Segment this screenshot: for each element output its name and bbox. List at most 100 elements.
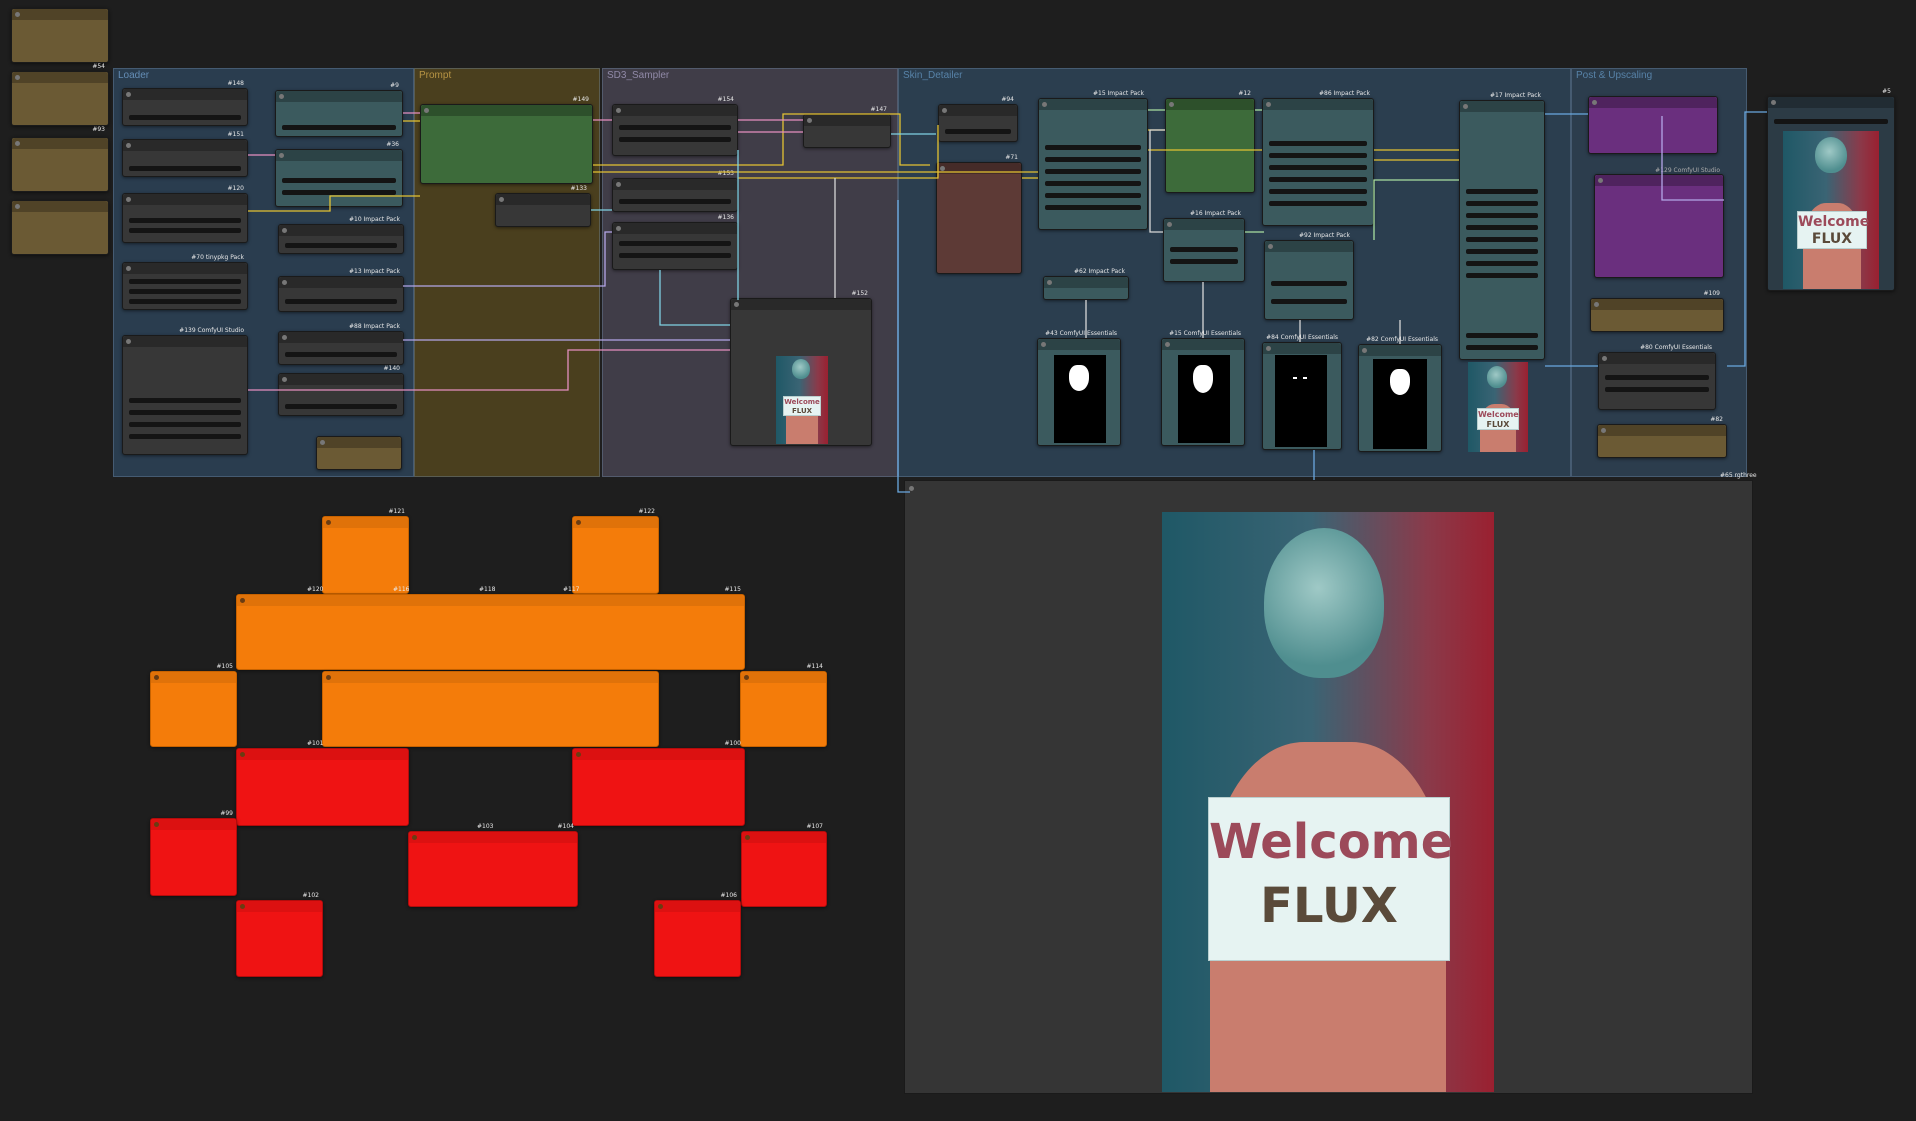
- reroute-node[interactable]: #101: [236, 740, 409, 826]
- prompt-node[interactable]: #133: [495, 185, 591, 227]
- collapse-dot[interactable]: [15, 141, 20, 146]
- widget-field[interactable]: [1466, 201, 1538, 206]
- collapse-dot[interactable]: [279, 94, 284, 99]
- group-title[interactable]: Prompt: [419, 70, 451, 82]
- widget-field[interactable]: [1605, 375, 1709, 380]
- reroute-node[interactable]: #122: [572, 508, 659, 594]
- widget-field[interactable]: [1466, 237, 1538, 242]
- collapse-dot[interactable]: [282, 377, 287, 382]
- node-header[interactable]: [123, 336, 247, 347]
- widget-field[interactable]: [1466, 273, 1538, 278]
- node-header[interactable]: [276, 91, 402, 102]
- node-header[interactable]: [279, 332, 403, 343]
- collapse-dot[interactable]: [658, 904, 663, 909]
- widget-field[interactable]: [619, 125, 731, 130]
- node-graph-canvas[interactable]: #54 #93 Loader Prompt SD3_Sampler Skin_D…: [0, 0, 1916, 1121]
- collapse-dot[interactable]: [15, 12, 20, 17]
- widget-field[interactable]: [1045, 145, 1141, 150]
- widget-field[interactable]: [619, 241, 731, 246]
- collapse-dot[interactable]: [1041, 342, 1046, 347]
- save-image-node[interactable]: #5 Welcome FLUX: [1767, 88, 1895, 291]
- sampler-preview-node[interactable]: #152 Welcome FLUX: [730, 290, 872, 446]
- loader-node[interactable]: #10 Impact Pack: [278, 216, 404, 254]
- collapse-dot[interactable]: [1042, 102, 1047, 107]
- widget-field[interactable]: [1045, 157, 1141, 162]
- node-header[interactable]: [1166, 99, 1254, 110]
- loader-node[interactable]: #13 Impact Pack: [278, 268, 404, 312]
- node-header[interactable]: [123, 140, 247, 151]
- widget-field[interactable]: [1269, 153, 1367, 158]
- collapse-dot[interactable]: [412, 835, 417, 840]
- collapse-dot[interactable]: [807, 118, 812, 123]
- detailer-node[interactable]: #92 Impact Pack: [1264, 232, 1354, 320]
- collapse-dot[interactable]: [1266, 102, 1271, 107]
- collapse-dot[interactable]: [576, 752, 581, 757]
- loader-node[interactable]: #140: [278, 365, 404, 416]
- widget-field[interactable]: [282, 178, 396, 183]
- node-header[interactable]: [237, 595, 744, 606]
- collapse-dot[interactable]: [909, 486, 914, 491]
- reroute-node[interactable]: [322, 671, 659, 747]
- widget-field[interactable]: [1045, 193, 1141, 198]
- collapse-dot[interactable]: [734, 302, 739, 307]
- group-title[interactable]: Post & Upscaling: [1576, 70, 1652, 82]
- node-header[interactable]: [279, 277, 403, 288]
- loader-node[interactable]: #151: [122, 131, 248, 177]
- node-header[interactable]: [279, 374, 403, 385]
- node-header[interactable]: [123, 89, 247, 100]
- node-header[interactable]: [409, 832, 577, 843]
- widget-field[interactable]: [129, 398, 241, 403]
- node-header[interactable]: [742, 832, 826, 843]
- group-title[interactable]: SD3_Sampler: [607, 70, 669, 82]
- collapsed-node[interactable]: [11, 137, 109, 192]
- node-header[interactable]: [237, 901, 322, 912]
- node-header[interactable]: [573, 749, 744, 760]
- widget-field[interactable]: [129, 218, 241, 223]
- collapse-dot[interactable]: [1169, 102, 1174, 107]
- collapse-dot[interactable]: [616, 226, 621, 231]
- collapse-dot[interactable]: [1167, 222, 1172, 227]
- node-header[interactable]: [1164, 219, 1244, 230]
- widget-field[interactable]: [1466, 189, 1538, 194]
- widget-field[interactable]: [1271, 281, 1347, 286]
- widget-field[interactable]: [129, 410, 241, 415]
- node-header[interactable]: [937, 163, 1021, 174]
- widget-field[interactable]: [1045, 181, 1141, 186]
- node-header[interactable]: [317, 437, 401, 448]
- collapse-dot[interactable]: [282, 335, 287, 340]
- widget-field[interactable]: [129, 115, 241, 120]
- detailer-node[interactable]: #86 Impact Pack: [1262, 90, 1374, 226]
- reroute-node[interactable]: #107: [741, 823, 827, 907]
- collapse-dot[interactable]: [745, 835, 750, 840]
- node-header[interactable]: [1460, 101, 1544, 112]
- upscale-node[interactable]: #80 ComfyUI Essentials: [1598, 344, 1716, 410]
- collapse-dot[interactable]: [126, 92, 131, 97]
- widget-field[interactable]: [129, 422, 241, 427]
- loader-node[interactable]: #70 tinypkg Pack: [122, 254, 248, 310]
- mask-preview-node[interactable]: #43 ComfyUI Essentials: [1037, 330, 1121, 446]
- detailer-node[interactable]: #15 Impact Pack: [1038, 90, 1148, 230]
- node-header[interactable]: [1359, 345, 1441, 356]
- node-header[interactable]: [1591, 299, 1723, 310]
- widget-field[interactable]: [1269, 141, 1367, 146]
- node-header[interactable]: [731, 299, 871, 310]
- collapse-dot[interactable]: [154, 822, 159, 827]
- collapse-dot[interactable]: [15, 204, 20, 209]
- collapse-dot[interactable]: [240, 752, 245, 757]
- widget-field[interactable]: [945, 129, 1011, 134]
- collapse-dot[interactable]: [1165, 342, 1170, 347]
- widget-field[interactable]: [285, 243, 397, 248]
- collapsed-node[interactable]: #54: [11, 8, 109, 70]
- node-header[interactable]: [421, 105, 592, 116]
- collapse-dot[interactable]: [942, 108, 947, 113]
- loader-node[interactable]: #148: [122, 80, 248, 126]
- node-header[interactable]: [1599, 353, 1715, 364]
- preview-image-node[interactable]: Welcome FLUX: [904, 480, 1753, 1094]
- collapse-dot[interactable]: [154, 675, 159, 680]
- node-header[interactable]: [655, 901, 740, 912]
- collapse-dot[interactable]: [616, 182, 621, 187]
- widget-field[interactable]: [282, 125, 396, 130]
- collapse-dot[interactable]: [1598, 178, 1603, 183]
- widget-field[interactable]: [129, 289, 241, 294]
- widget-field[interactable]: [1271, 299, 1347, 304]
